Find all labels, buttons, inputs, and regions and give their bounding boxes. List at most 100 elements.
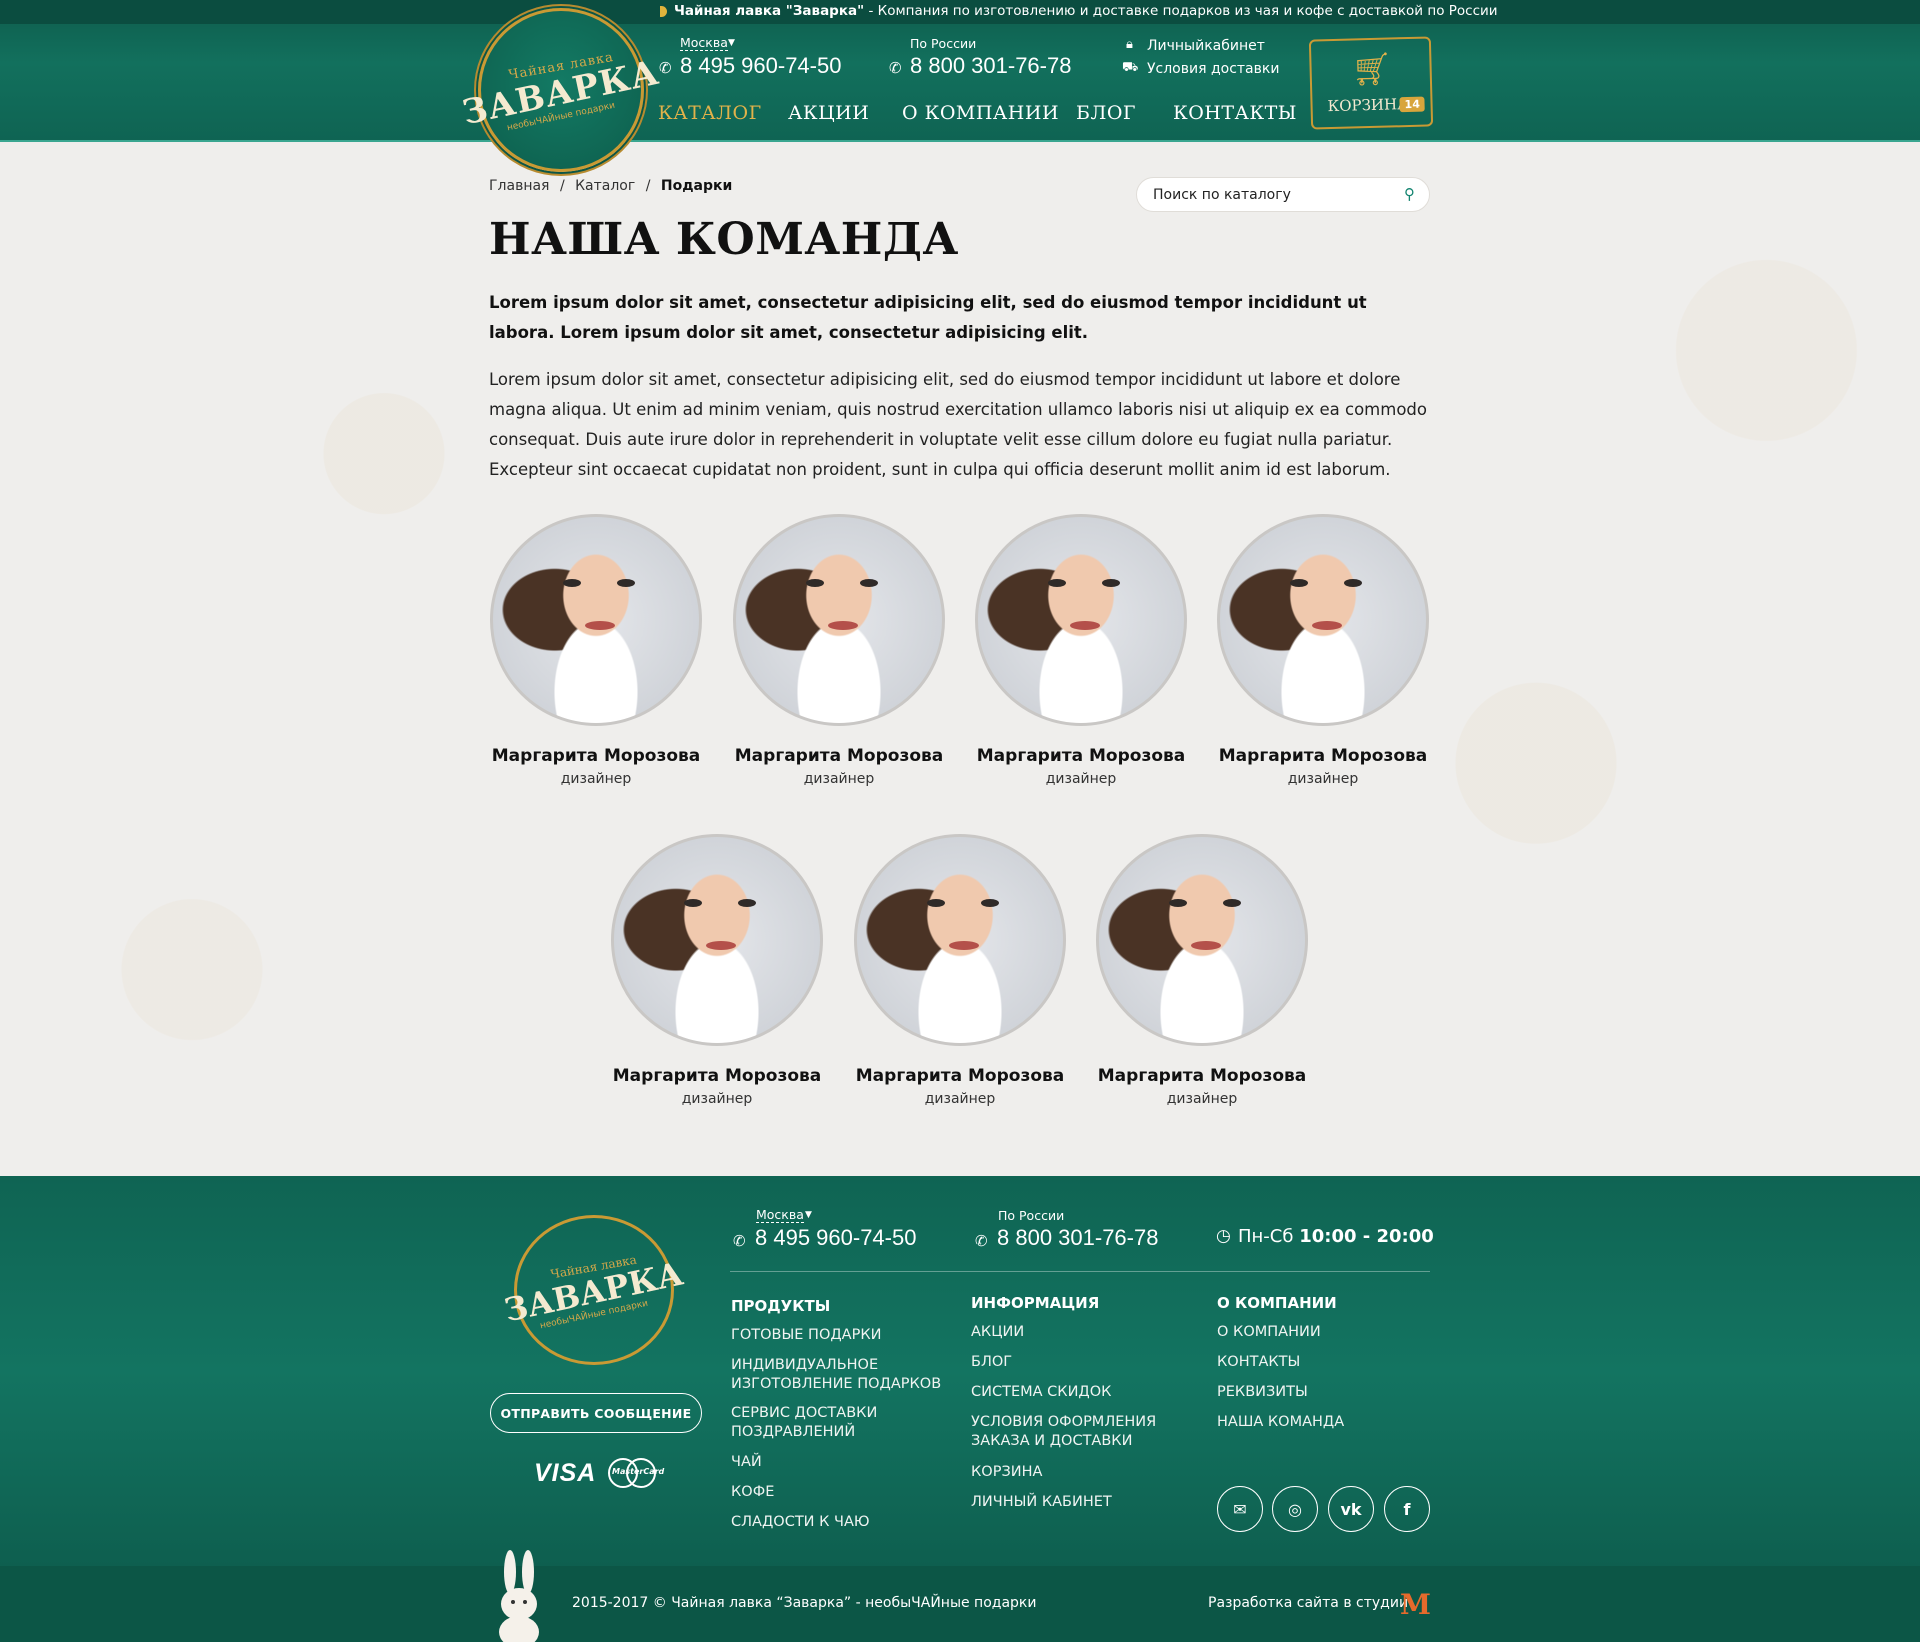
- nav-blog[interactable]: БЛОГ: [1076, 102, 1136, 124]
- member-role: дизайнер: [1166, 1091, 1238, 1107]
- footer-link-about[interactable]: О КОМПАНИИ: [1217, 1323, 1321, 1342]
- nav-contacts[interactable]: КОНТАКТЫ: [1173, 102, 1297, 124]
- site-footer: [0, 1176, 1920, 1566]
- cart-button[interactable]: 🛒︎ КОРЗИНА 14: [1308, 36, 1434, 130]
- team-member-card: Маргарита Морозова дизайнер: [850, 834, 1070, 1107]
- footer-link-custom-gifts[interactable]: ИНДИВИДУАЛЬНОЕ ИЗГОТОВЛЕНИЕ ПОДАРКОВ: [731, 1356, 941, 1394]
- member-photo: [1096, 834, 1308, 1046]
- tea-leaf-icon: [660, 6, 667, 17]
- footer-link-requisites[interactable]: РЕКВИЗИТЫ: [1217, 1383, 1308, 1402]
- phone-russia[interactable]: 8 800 301-76-78: [910, 53, 1071, 79]
- footer-link-discounts[interactable]: СИСТЕМА СКИДОК: [971, 1383, 1111, 1402]
- member-role: дизайнер: [1287, 771, 1359, 787]
- copyright-text: 2015-2017 © Чайная лавка “Заварка” - нео…: [572, 1595, 1037, 1611]
- phone-icon: ✆: [659, 59, 672, 77]
- breadcrumb-catalog[interactable]: Каталог: [575, 178, 635, 194]
- member-photo: [854, 834, 1066, 1046]
- footer-link-cabinet[interactable]: ЛИЧНЫЙ КАБИНЕТ: [971, 1493, 1112, 1512]
- breadcrumb: Главная / Каталог / Подарки: [489, 178, 738, 194]
- studio-logo-icon[interactable]: M: [1400, 1588, 1431, 1621]
- breadcrumb-separator: /: [559, 178, 565, 194]
- member-photo: [975, 514, 1187, 726]
- footer-col-company-title: О КОМПАНИИ: [1217, 1294, 1337, 1312]
- page-title: НАША КОМАНДА: [489, 214, 959, 265]
- footer-link-ready-gifts[interactable]: ГОТОВЫЕ ПОДАРКИ: [731, 1326, 882, 1345]
- footer-link-contacts[interactable]: КОНТАКТЫ: [1217, 1353, 1300, 1372]
- team-member-card: Маргарита Морозова дизайнер: [1213, 514, 1433, 787]
- member-role: дизайнер: [803, 771, 875, 787]
- search-icon[interactable]: ⚲: [1404, 185, 1415, 203]
- visa-logo: VISA: [534, 1459, 597, 1487]
- top-info-bar: Чайная лавка "Заварка" - Компания по изг…: [0, 0, 1920, 24]
- phone-icon: ✆: [733, 1232, 746, 1250]
- footer-link-our-team[interactable]: НАША КОМАНДА: [1217, 1413, 1344, 1432]
- footer-phone-russia[interactable]: 8 800 301-76-78: [997, 1225, 1158, 1251]
- member-name: Маргарита Морозова: [855, 1066, 1065, 1086]
- footer-col-products-title: ПРОДУКТЫ: [731, 1297, 831, 1315]
- phone-moscow[interactable]: 8 495 960-74-50: [680, 53, 841, 79]
- footer-link-greetings-delivery[interactable]: СЕРВИС ДОСТАВКИ ПОЗДРАВЛЕНИЙ: [731, 1404, 877, 1442]
- member-role: дизайнер: [924, 1091, 996, 1107]
- team-member-card: Маргарита Морозова дизайнер: [1092, 834, 1312, 1107]
- footer-city-selector[interactable]: Москва: [756, 1208, 804, 1223]
- team-member-card: Маргарита Морозова дизайнер: [729, 514, 949, 787]
- lock-icon: 🔒︎: [1126, 37, 1133, 52]
- footer-link-promotions[interactable]: АКЦИИ: [971, 1323, 1024, 1342]
- cart-icon: 🛒︎: [1351, 49, 1393, 89]
- cart-count-badge: 14: [1399, 96, 1426, 113]
- footer-phone-moscow[interactable]: 8 495 960-74-50: [755, 1225, 916, 1251]
- footer-link-blog[interactable]: БЛОГ: [971, 1353, 1012, 1372]
- site-logo[interactable]: Чайная лавка ЗАВАРКА необыЧАЙные подарки: [459, 8, 663, 172]
- chevron-down-icon[interactable]: ▼: [805, 1210, 812, 1220]
- footer-link-tea[interactable]: ЧАЙ: [731, 1453, 762, 1472]
- member-name: Маргарита Морозова: [612, 1066, 822, 1086]
- rabbit-mascot: [499, 1550, 539, 1642]
- footer-link-sweets[interactable]: СЛАДОСТИ К ЧАЮ: [731, 1513, 870, 1532]
- member-name: Маргарита Морозова: [976, 746, 1186, 766]
- footer-divider: [730, 1271, 1430, 1272]
- lead-paragraph: Lorem ipsum dolor sit amet, consectetur …: [489, 293, 1367, 342]
- search-input[interactable]: [1153, 185, 1383, 205]
- breadcrumb-current: Подарки: [660, 178, 733, 194]
- member-name: Маргарита Морозова: [1218, 746, 1428, 766]
- member-photo: [733, 514, 945, 726]
- phone-icon: ✆: [975, 1232, 988, 1250]
- footer-link-order-terms[interactable]: УСЛОВИЯ ОФОРМЛЕНИЯ ЗАКАЗА И ДОСТАВКИ: [971, 1413, 1156, 1451]
- delivery-terms-link[interactable]: Условия доставки: [1147, 61, 1279, 77]
- member-name: Маргарита Морозова: [1097, 1066, 1307, 1086]
- footer-logo[interactable]: Чайная лавка ЗАВАРКА необыЧАЙные подарки: [501, 1215, 687, 1365]
- nav-about[interactable]: О КОМПАНИИ: [902, 102, 1059, 124]
- nav-promotions[interactable]: АКЦИИ: [788, 102, 869, 124]
- team-member-card: Маргарита Морозова дизайнер: [607, 834, 827, 1107]
- breadcrumb-home[interactable]: Главная: [489, 178, 549, 194]
- city-selector[interactable]: Москва: [680, 36, 728, 51]
- cart-label: КОРЗИНА: [1327, 95, 1409, 116]
- region-label: По России: [910, 36, 977, 51]
- facebook-icon[interactable]: f: [1384, 1486, 1430, 1532]
- body-paragraph: Lorem ipsum dolor sit amet, consectetur …: [489, 370, 1427, 479]
- member-role: дизайнер: [681, 1091, 753, 1107]
- mail-icon[interactable]: ✉: [1217, 1486, 1263, 1532]
- truck-icon: ⛟: [1122, 60, 1139, 75]
- personal-cabinet-link[interactable]: Личныйкабинет: [1147, 38, 1265, 54]
- team-member-card: Маргарита Морозова дизайнер: [971, 514, 1191, 787]
- team-member-card: Маргарита Морозова дизайнер: [486, 514, 706, 787]
- footer-link-cart[interactable]: КОРЗИНА: [971, 1463, 1042, 1482]
- catalog-search: ⚲: [1136, 177, 1430, 212]
- member-name: Маргарита Морозова: [491, 746, 701, 766]
- phone-icon: ✆: [889, 59, 902, 77]
- clock-icon: ◷: [1216, 1226, 1231, 1246]
- send-message-button[interactable]: ОТПРАВИТЬ СООБЩЕНИЕ: [490, 1393, 702, 1433]
- member-role: дизайнер: [560, 771, 632, 787]
- vk-icon[interactable]: vk: [1328, 1486, 1374, 1532]
- chevron-down-icon[interactable]: ▼: [728, 38, 735, 48]
- mastercard-logo: MasterCard: [608, 1458, 664, 1488]
- member-photo: [1217, 514, 1429, 726]
- breadcrumb-separator: /: [645, 178, 651, 194]
- member-photo: [611, 834, 823, 1046]
- footer-region-label: По России: [998, 1208, 1065, 1223]
- developer-credit[interactable]: Разработка сайта в студии: [1208, 1595, 1408, 1611]
- instagram-icon[interactable]: ◎: [1272, 1486, 1318, 1532]
- footer-link-coffee[interactable]: КОФЕ: [731, 1483, 774, 1502]
- nav-catalog[interactable]: КАТАЛОГ: [658, 102, 762, 124]
